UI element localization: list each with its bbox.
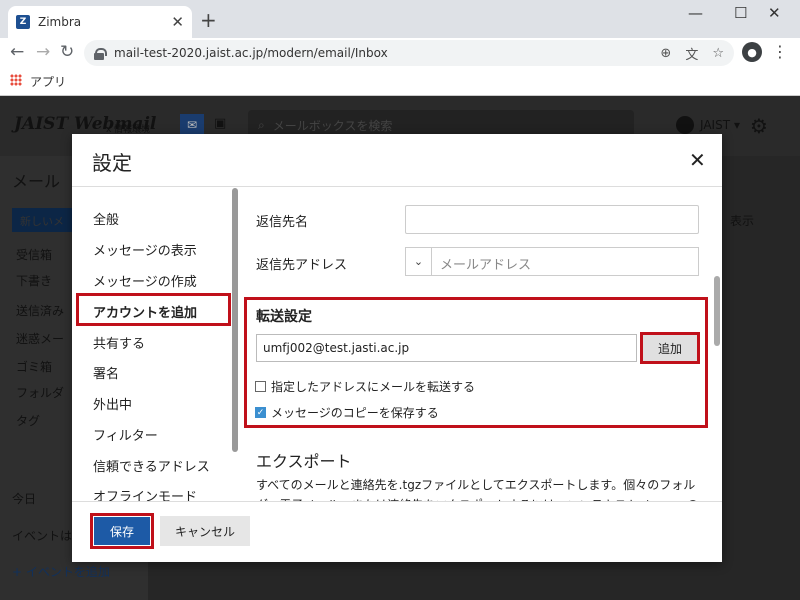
- mail-app-icon[interactable]: ✉: [180, 114, 204, 136]
- settings-title: 設定: [92, 151, 132, 175]
- cancel-button[interactable]: キャンセル: [160, 516, 250, 546]
- chevron-down-icon: ▾: [734, 118, 741, 132]
- folder-sent[interactable]: 送信済み: [16, 302, 64, 319]
- url-text[interactable]: mail-test-2020.jaist.ac.jp/modern/email/…: [114, 46, 646, 60]
- reply-to-name-label: 返信先名: [256, 215, 309, 230]
- contacts-icon[interactable]: ▣: [214, 116, 226, 131]
- folder-drafts[interactable]: 下書き: [16, 272, 52, 289]
- divider: [72, 501, 722, 502]
- folder-trash[interactable]: ゴミ箱: [16, 358, 52, 375]
- forwarding-address-input[interactable]: umfj002@test.jasti.ac.jp: [256, 334, 637, 362]
- forward-icon[interactable]: →: [36, 42, 50, 62]
- keep-copy-checkbox[interactable]: ✓: [255, 407, 266, 418]
- nav-out-of-office[interactable]: 外出中: [93, 394, 132, 413]
- forwarding-title: 転送設定: [256, 309, 312, 325]
- gear-icon[interactable]: ⚙: [750, 114, 768, 138]
- folder-folders[interactable]: フォルダ: [16, 384, 64, 401]
- reply-to-address-input[interactable]: メールアドレス: [431, 247, 699, 276]
- nav-offline-mode[interactable]: オフラインモード: [93, 486, 197, 505]
- nav-trusted-addresses[interactable]: 信頼できるアドレス: [93, 456, 210, 475]
- nav-scrollbar[interactable]: [232, 188, 238, 452]
- export-description: すべてのメールと連絡先を.tgzファイルとしてエクスポートします。個々のフォルダ…: [256, 478, 699, 501]
- translate-icon[interactable]: 文: [685, 44, 698, 63]
- folder-tags[interactable]: タグ: [16, 412, 40, 429]
- tab-title: Zimbra: [38, 15, 82, 29]
- search-icon: ⌕: [258, 117, 265, 132]
- maximize-icon[interactable]: ☐: [734, 4, 747, 22]
- user-avatar-icon: [676, 116, 694, 134]
- forward-mail-label: 指定したアドレスにメールを転送する: [271, 380, 476, 394]
- divider: [72, 186, 722, 187]
- display-menu[interactable]: 表示: [730, 212, 754, 229]
- reply-to-name-input[interactable]: [405, 205, 699, 234]
- lock-icon: [94, 47, 107, 60]
- nav-filters[interactable]: フィルター: [93, 425, 158, 444]
- address-dropdown-chevron-icon[interactable]: ⌄: [405, 247, 431, 276]
- forward-mail-option[interactable]: 指定したアドレスにメールを転送する: [255, 378, 475, 395]
- bookmark-star-icon[interactable]: ☆: [712, 46, 724, 61]
- save-button[interactable]: 保存: [94, 517, 150, 545]
- nav-signature[interactable]: 署名: [93, 363, 119, 382]
- install-icon[interactable]: ⊕: [660, 46, 671, 61]
- folder-inbox[interactable]: 受信箱: [16, 246, 52, 263]
- nav-accounts[interactable]: アカウントを追加: [93, 302, 197, 321]
- profile-avatar-icon[interactable]: ●: [742, 42, 762, 62]
- search-placeholder: メールボックスを検索: [272, 118, 393, 133]
- content-scrollbar[interactable]: [714, 276, 720, 346]
- today-label: 今日: [12, 492, 37, 506]
- add-event-link[interactable]: + イベントを追加: [12, 563, 110, 580]
- back-icon[interactable]: ←: [10, 42, 24, 62]
- new-tab-icon[interactable]: +: [200, 10, 217, 30]
- zimbra-favicon-icon: Z: [16, 15, 30, 29]
- folder-junk[interactable]: 迷惑メー: [16, 330, 64, 347]
- window-close-icon[interactable]: ✕: [768, 4, 781, 22]
- export-title: エクスポート: [256, 452, 352, 471]
- nav-compose[interactable]: メッセージの作成: [93, 271, 197, 290]
- bookmarks-bar: [0, 68, 800, 96]
- nav-message-display[interactable]: メッセージの表示: [93, 240, 197, 259]
- close-icon[interactable]: ✕: [689, 150, 706, 170]
- minimize-icon[interactable]: —: [688, 4, 703, 22]
- browser-menu-icon[interactable]: ⋮: [772, 42, 788, 61]
- mail-section-title: メール: [12, 172, 61, 191]
- tab-close-icon[interactable]: ✕: [171, 13, 184, 31]
- nav-sharing[interactable]: 共有する: [93, 333, 145, 352]
- address-bar[interactable]: mail-test-2020.jaist.ac.jp/modern/email/…: [84, 40, 734, 66]
- browser-tab[interactable]: Z Zimbra ✕: [8, 6, 192, 38]
- add-forward-button[interactable]: 追加: [643, 335, 697, 361]
- keep-copy-label: メッセージのコピーを保存する: [271, 406, 439, 420]
- nav-general[interactable]: 全般: [93, 209, 119, 228]
- user-menu[interactable]: JAIST ▾: [676, 116, 740, 134]
- keep-copy-option[interactable]: ✓ メッセージのコピーを保存する: [255, 404, 439, 421]
- apps-bookmark[interactable]: アプリ: [30, 73, 66, 90]
- apps-grid-icon[interactable]: [10, 74, 22, 86]
- reply-to-address-label: 返信先アドレス: [256, 258, 348, 273]
- forward-mail-checkbox[interactable]: [255, 381, 266, 392]
- user-name: JAIST: [700, 118, 731, 132]
- reload-icon[interactable]: ↻: [60, 42, 74, 62]
